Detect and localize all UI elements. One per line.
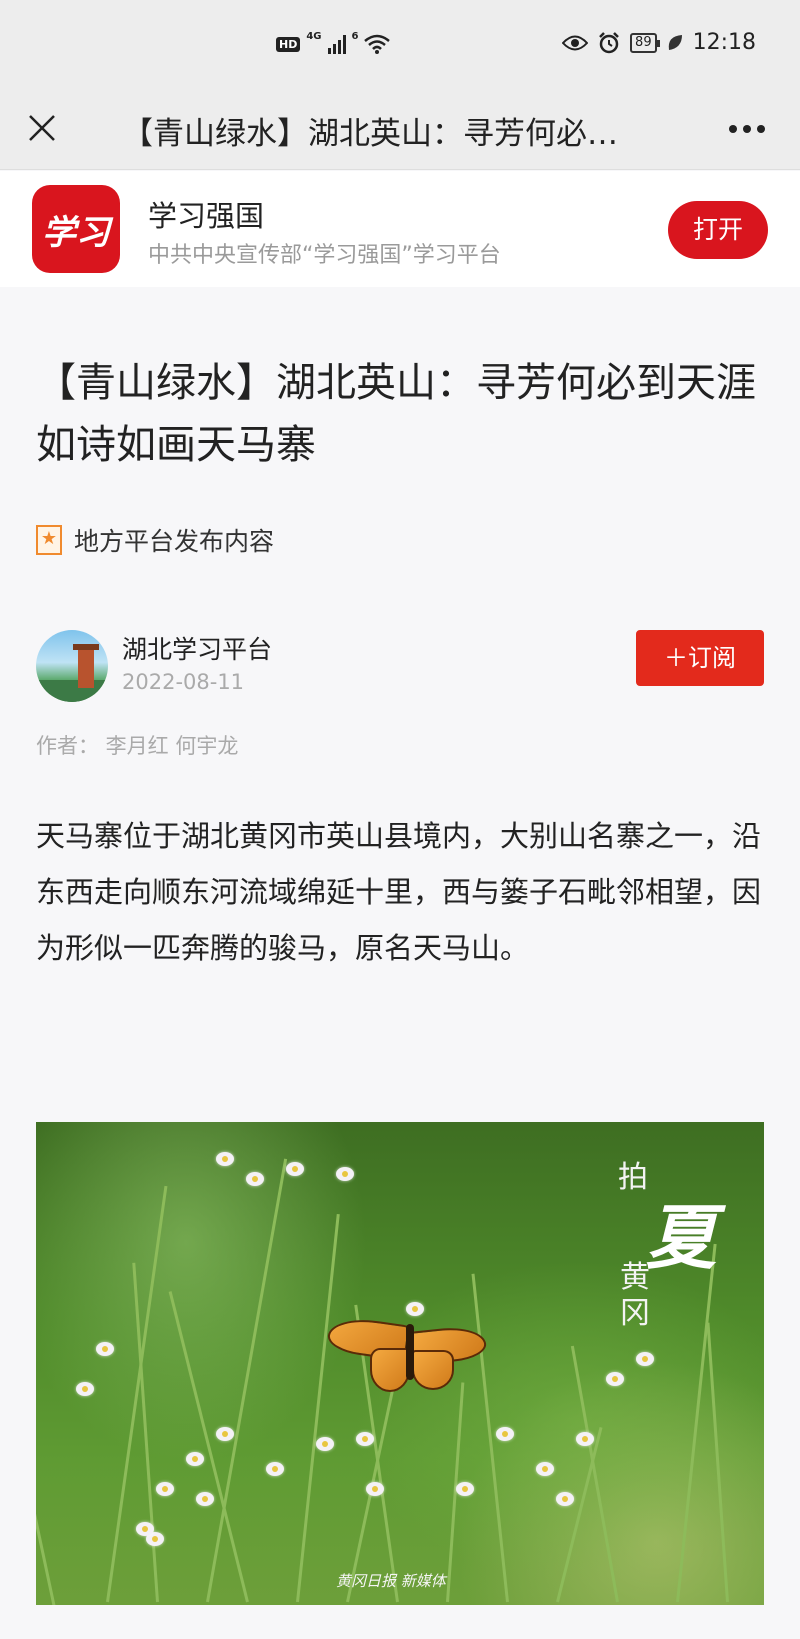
source-tag: ★ 地方平台发布内容 (36, 522, 274, 558)
photo-overlay-huanggang: 黄冈 (620, 1260, 650, 1331)
daisy (196, 1492, 214, 1506)
photo-overlay-pai: 拍 (618, 1160, 648, 1195)
star-badge-icon: ★ (36, 525, 62, 555)
daisy (316, 1437, 334, 1451)
daisy (246, 1172, 264, 1186)
status-bar: HD 4G 6 89 12:18 (0, 0, 800, 90)
daisy (266, 1462, 284, 1476)
article-headline: 【青山绿水】湖北英山：寻芳何必到天涯 如诗如画天马寨 (36, 360, 756, 468)
subscribe-button[interactable]: ＋订阅 (636, 630, 764, 686)
hd-icon: HD (276, 36, 301, 52)
open-app-button[interactable]: 打开 (668, 201, 768, 259)
wifi-icon (364, 34, 391, 54)
daisy (336, 1167, 354, 1181)
daisy (76, 1382, 94, 1396)
daisy (366, 1482, 384, 1496)
signal-icon (327, 34, 346, 54)
publisher-avatar[interactable] (36, 630, 108, 702)
page-title: 【青山绿水】湖北英山：寻芳何必… (122, 116, 618, 152)
daisy (536, 1462, 554, 1476)
daisy (636, 1352, 654, 1366)
daisy (576, 1432, 594, 1446)
more-icon (729, 125, 765, 133)
app-banner: 学习 学习强国 中共中央宣传部“学习强国”学习平台 打开 (0, 171, 800, 287)
author-byline: 作者： 李月红 何宇龙 (36, 734, 239, 758)
publisher-name[interactable]: 湖北学习平台 (122, 630, 272, 666)
daisy (496, 1427, 514, 1441)
daisy (456, 1482, 474, 1496)
daisy (406, 1302, 424, 1316)
battery-icon: 89 (630, 32, 660, 53)
daisy (186, 1452, 204, 1466)
wifi-band-label: 6 (351, 30, 359, 42)
photo-overlay-xia: 夏 (646, 1196, 716, 1279)
article-photo[interactable]: 拍 夏 黄冈 黄冈日报 新媒体 (36, 1122, 764, 1605)
daisy (356, 1432, 374, 1446)
close-icon (29, 115, 55, 141)
clock: 12:18 (692, 30, 756, 55)
app-description: 中共中央宣传部“学习强国”学习平台 (148, 243, 501, 268)
eye-icon (562, 35, 589, 50)
article: 【青山绿水】湖北英山：寻芳何必到天涯 如诗如画天马寨 ★ 地方平台发布内容 湖北… (0, 290, 800, 1639)
daisy (556, 1492, 574, 1506)
network-status: HD 4G 6 (276, 30, 391, 54)
daisy (156, 1482, 174, 1496)
close-button[interactable] (22, 108, 62, 148)
daisy (216, 1427, 234, 1441)
alarm-icon (599, 31, 619, 53)
photo-watermark: 黄冈日报 新媒体 (336, 1572, 446, 1590)
system-status: 89 12:18 (562, 30, 756, 55)
butterfly (325, 1314, 488, 1400)
nav-bar: 【青山绿水】湖北英山：寻芳何必… (0, 90, 800, 170)
publish-date: 2022-08-11 (122, 670, 245, 694)
daisy (136, 1522, 154, 1536)
app-logo: 学习 (32, 185, 120, 273)
source-tag-label: 地方平台发布内容 (74, 527, 275, 556)
daisy (216, 1152, 234, 1166)
more-button[interactable] (728, 102, 766, 143)
daisy (606, 1372, 624, 1386)
daisy (96, 1342, 114, 1356)
article-body: 天马寨位于湖北黄冈市英山县境内，大别山名寨之一，沿东西走向顺东河流域绵延十里，西… (36, 819, 762, 965)
network-type: 4G (306, 30, 322, 42)
publisher-row: 湖北学习平台 2022-08-11 ＋订阅 (36, 630, 764, 702)
app-name: 学习强国 (148, 199, 265, 233)
leaf-icon (668, 34, 682, 50)
daisy (286, 1162, 304, 1176)
